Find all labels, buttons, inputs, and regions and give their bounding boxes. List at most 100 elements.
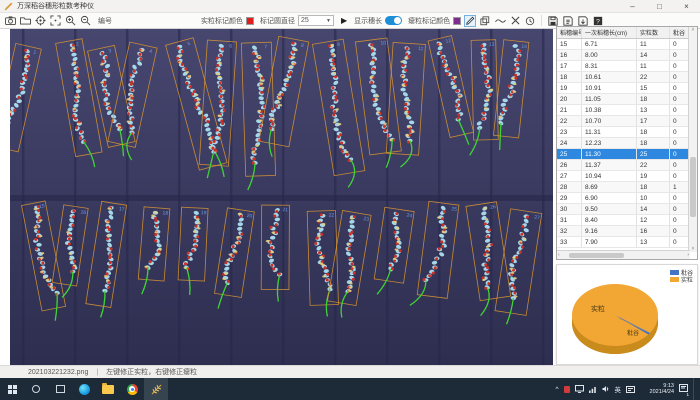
blighted-mark-color-label: 瘪粒标记颜色 <box>408 16 450 26</box>
svg-text:16: 16 <box>80 209 87 216</box>
table-cell: 11.31 <box>582 127 637 137</box>
table-row[interactable]: 2011.05180 <box>557 94 697 105</box>
zoom-in-button[interactable] <box>64 15 76 27</box>
table-row[interactable]: 2412.23180 <box>557 138 697 149</box>
table-cell: 31 <box>557 215 582 225</box>
table-cell: 11 <box>637 61 670 71</box>
volume-icon[interactable] <box>602 385 610 393</box>
file-explorer-button[interactable] <box>96 378 120 400</box>
fullscreen-button[interactable] <box>49 15 61 27</box>
svg-text:13: 13 <box>489 42 495 48</box>
history-clock-button[interactable] <box>524 15 536 27</box>
search-button[interactable] <box>24 378 48 400</box>
table-cell: 12.23 <box>582 138 637 148</box>
table-row[interactable]: 309.50140 <box>557 204 697 215</box>
touch-keyboard-icon[interactable] <box>626 386 635 393</box>
mark-diameter-label: 标记圆直径 <box>260 16 295 26</box>
table-row[interactable]: 329.16160 <box>557 226 697 237</box>
zoom-out-button[interactable] <box>79 15 91 27</box>
action-center-button[interactable]: 1 <box>679 384 688 395</box>
spike-table: 稻穗编号 一次稻穗长(cm) 实粒数 秕谷 156.71110168.00140… <box>556 26 698 260</box>
table-row[interactable]: 2110.38130 <box>557 105 697 116</box>
save-report-button[interactable] <box>562 15 574 27</box>
table-cell: 0 <box>670 72 687 82</box>
table-row[interactable]: 1810.61220 <box>557 72 697 83</box>
spike-image-canvas[interactable]: 1234567891011121314151617181920212223242… <box>10 29 553 365</box>
show-desktop-button[interactable] <box>693 378 696 400</box>
table-row[interactable]: 1910.91150 <box>557 83 697 94</box>
security-alert-icon[interactable] <box>564 386 570 393</box>
minimize-button[interactable]: – <box>619 0 646 13</box>
edge-browser-button[interactable] <box>72 378 96 400</box>
blighted-mark-color-swatch[interactable] <box>453 17 461 25</box>
ime-language-indicator[interactable]: 英 <box>615 384 622 394</box>
table-cell: 0 <box>670 61 687 71</box>
spike-analyzer-app-button[interactable] <box>144 378 168 400</box>
table-row[interactable]: 156.71110 <box>557 39 697 50</box>
table-vertical-scrollbar[interactable]: ˄ ˅ <box>688 27 697 252</box>
table-cell: 0 <box>670 237 687 247</box>
windows-taskbar: ^ 英 9:13 2021/4/24 1 <box>0 378 700 400</box>
table-cell: 30 <box>557 204 582 214</box>
table-cell: 24 <box>557 138 582 148</box>
network-icon[interactable] <box>589 386 597 393</box>
table-row[interactable]: 318.40120 <box>557 215 697 226</box>
table-cell: 0 <box>670 105 687 115</box>
status-bar: 202103221232.png | 左键修正实粒，右键修正瘪粒 <box>0 365 700 378</box>
svg-text:22: 22 <box>329 213 335 219</box>
table-cell: 33 <box>557 237 582 247</box>
filled-mark-color-swatch[interactable] <box>246 17 254 25</box>
tray-expand-caret[interactable]: ^ <box>555 386 558 393</box>
table-horizontal-scrollbar[interactable]: ‹› <box>557 250 690 259</box>
close-button[interactable]: × <box>673 0 700 13</box>
table-cell: 0 <box>670 127 687 137</box>
run-analysis-button[interactable]: ▶ <box>341 16 347 25</box>
show-spike-length-toggle[interactable] <box>385 16 402 25</box>
number-button[interactable]: 编号 <box>98 16 112 26</box>
chrome-browser-button[interactable] <box>120 378 144 400</box>
table-cell: 18 <box>637 94 670 104</box>
camera-capture-button[interactable] <box>4 15 16 27</box>
edit-grain-pencil-button[interactable] <box>464 15 476 27</box>
chart-legend: 秕谷 实粒 <box>670 269 693 283</box>
svg-text:21: 21 <box>282 207 288 213</box>
legend-swatch-filled <box>670 277 679 282</box>
table-row[interactable]: 2611.37220 <box>557 160 697 171</box>
task-view-button[interactable] <box>48 378 72 400</box>
taskbar-clock[interactable]: 9:13 2021/4/24 <box>640 383 674 395</box>
table-row[interactable]: 2210.70170 <box>557 116 697 127</box>
mark-diameter-select[interactable]: 25 ▼ <box>298 15 334 26</box>
duplicate-region-button[interactable] <box>479 15 491 27</box>
folder-icon <box>102 385 114 394</box>
table-row[interactable]: 2710.94190 <box>557 171 697 182</box>
scrollbar-thumb[interactable] <box>569 253 624 258</box>
svg-text:25: 25 <box>451 206 457 213</box>
table-cell: 0 <box>670 138 687 148</box>
show-spike-length-label: 显示穗长 <box>354 16 382 26</box>
table-cell: 0 <box>670 94 687 104</box>
start-button[interactable] <box>0 378 24 400</box>
table-row[interactable]: 168.00140 <box>557 50 697 61</box>
delete-x-button[interactable] <box>509 15 521 27</box>
svg-text:17: 17 <box>118 206 125 213</box>
table-row[interactable]: 296.90100 <box>557 193 697 204</box>
help-button[interactable]: ? <box>592 15 604 27</box>
table-cell: 10.38 <box>582 105 637 115</box>
table-row[interactable]: 178.31110 <box>557 61 697 72</box>
export-data-button[interactable] <box>577 15 589 27</box>
table-cell: 8.00 <box>582 50 637 60</box>
wheat-app-icon <box>150 383 163 396</box>
table-cell: 10.91 <box>582 83 637 93</box>
measure-curve-button[interactable] <box>494 15 506 27</box>
table-row[interactable]: 2311.31180 <box>557 127 697 138</box>
target-calibrate-button[interactable] <box>34 15 46 27</box>
clock-date: 2021/4/24 <box>640 389 674 395</box>
maximize-button[interactable]: □ <box>646 0 673 13</box>
save-image-button[interactable] <box>547 15 559 27</box>
table-row[interactable]: 2511.30250 <box>557 149 697 160</box>
table-row[interactable]: 288.69181 <box>557 182 697 193</box>
display-icon[interactable] <box>575 385 584 393</box>
scrollbar-thumb[interactable] <box>690 157 696 217</box>
table-row[interactable]: 337.90130 <box>557 237 697 248</box>
open-folder-button[interactable] <box>19 15 31 27</box>
